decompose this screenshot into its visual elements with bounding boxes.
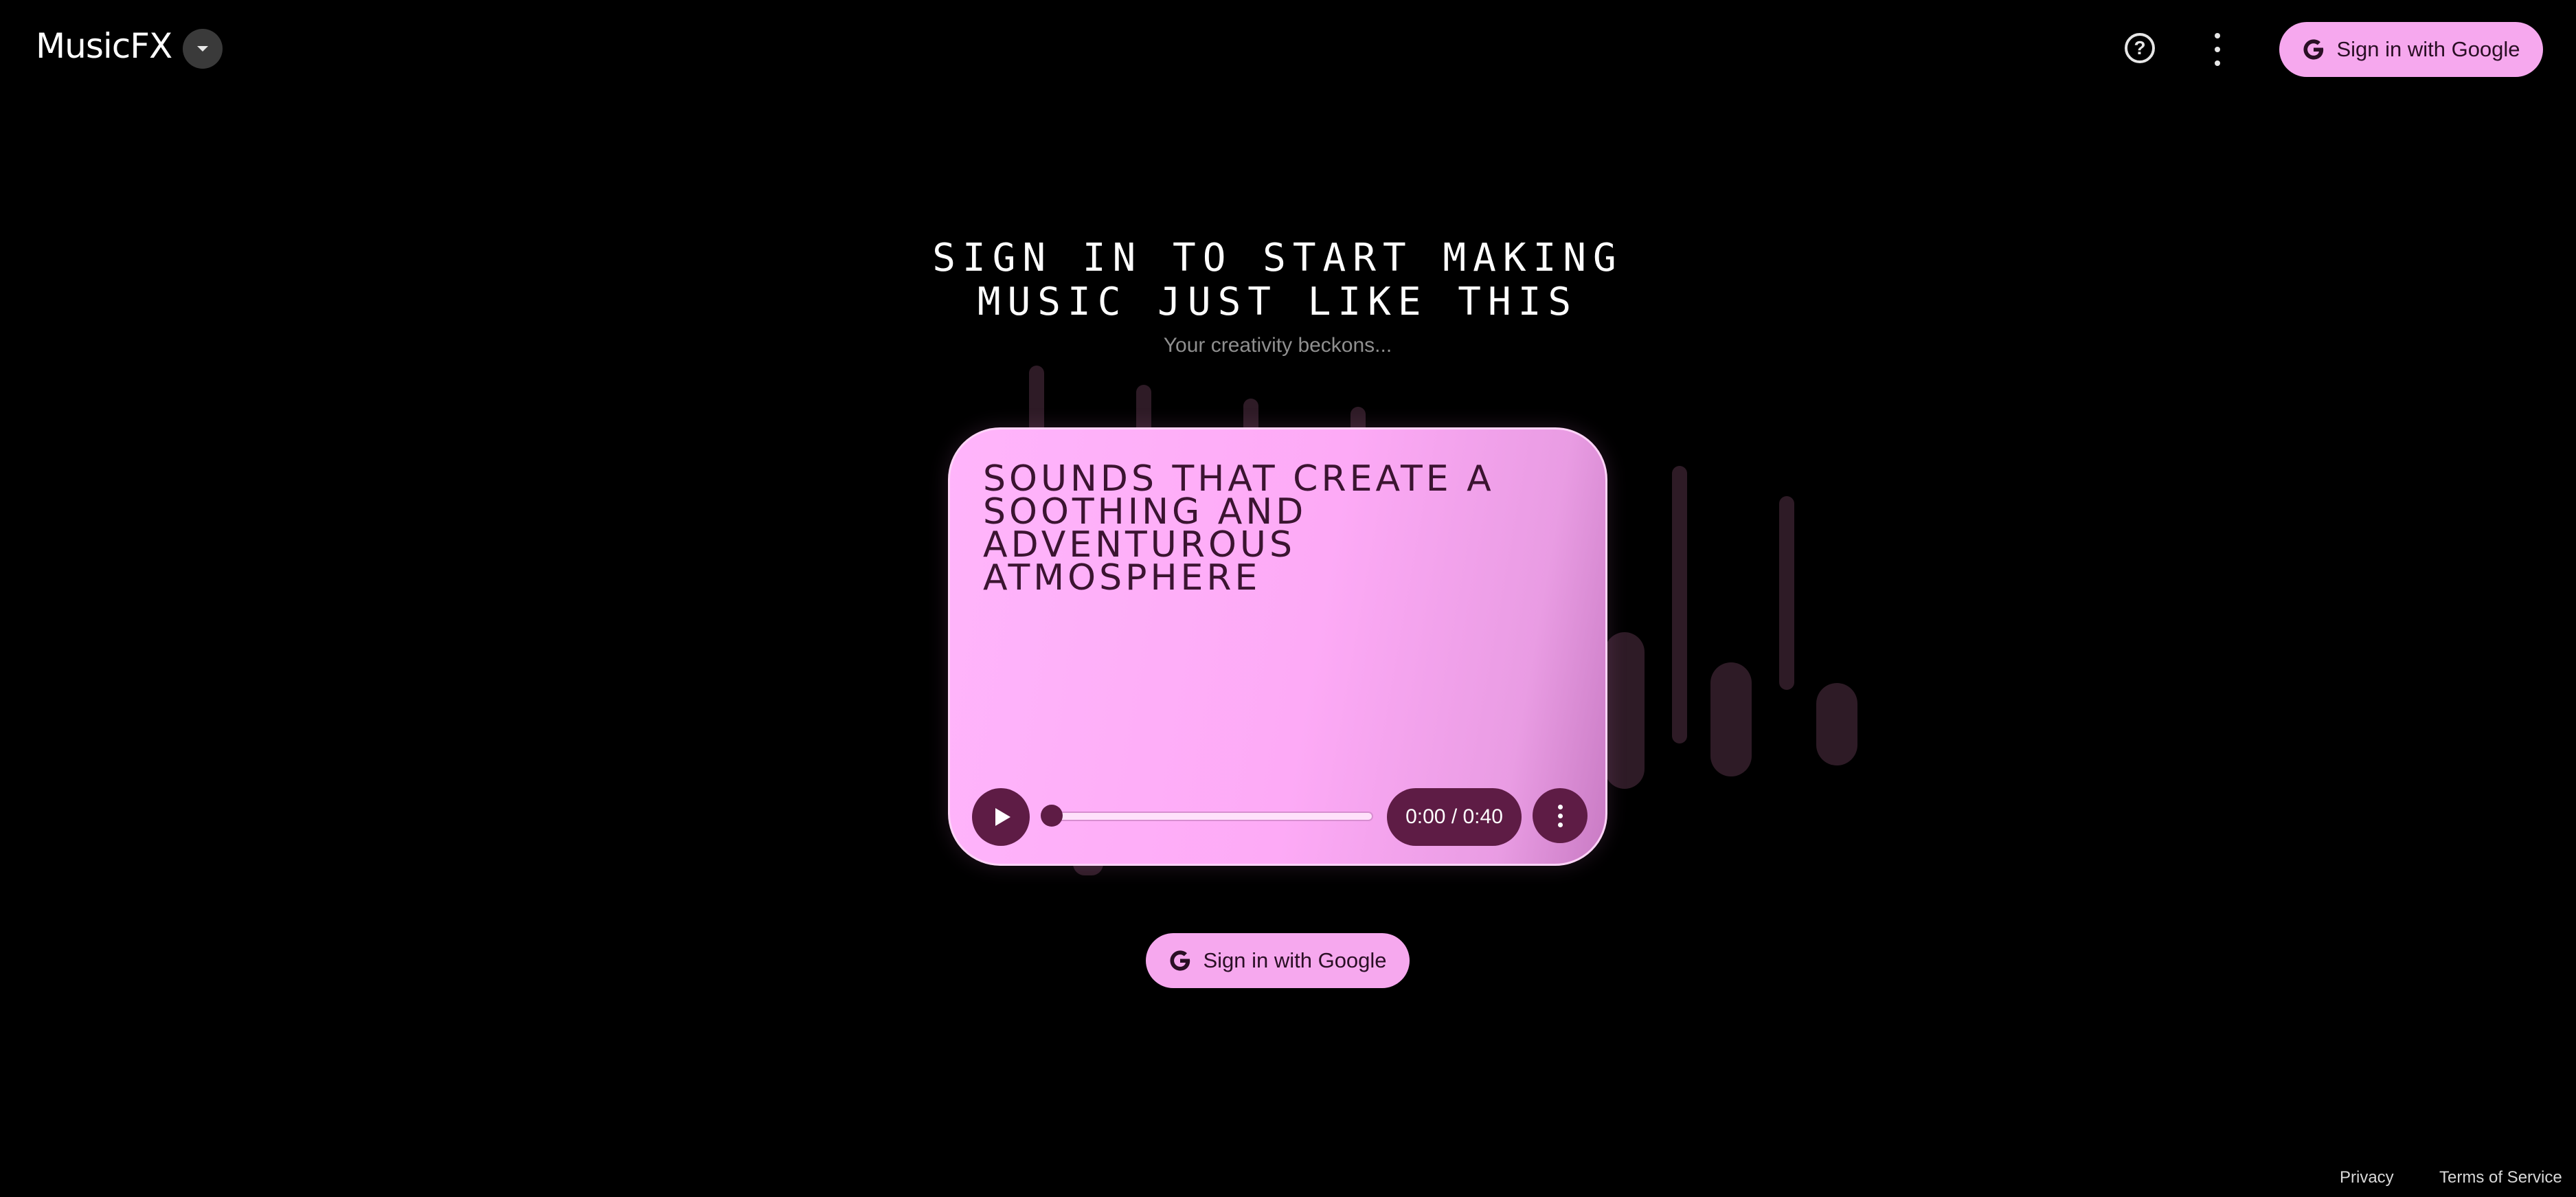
top-bar: MusicFX ? Sign in with Google bbox=[0, 0, 2576, 98]
sign-in-button-header[interactable]: Sign in with Google bbox=[2279, 22, 2543, 77]
play-icon bbox=[995, 808, 1010, 826]
sign-in-button-main[interactable]: Sign in with Google bbox=[1146, 933, 1410, 988]
chevron-down-icon bbox=[197, 46, 208, 52]
seek-handle[interactable] bbox=[1041, 805, 1063, 827]
track-more-options-button[interactable] bbox=[1533, 788, 1588, 843]
terms-link[interactable]: Terms of Service bbox=[2439, 1168, 2562, 1187]
headline-line: SIGN IN TO START MAKING bbox=[932, 236, 1623, 280]
page-headline: SIGN IN TO START MAKING MUSIC JUST LIKE … bbox=[893, 236, 1662, 324]
visualizer-bar bbox=[1605, 632, 1645, 789]
seek-bar[interactable] bbox=[1043, 812, 1373, 821]
visualizer-bar bbox=[1779, 496, 1794, 690]
headline-line: MUSIC JUST LIKE THIS bbox=[977, 280, 1579, 324]
page-subtitle: Your creativity beckons... bbox=[1163, 334, 1392, 357]
sign-in-label: Sign in with Google bbox=[2336, 37, 2520, 61]
time-display: 0:00 / 0:40 bbox=[1387, 788, 1522, 846]
visualizer-bar bbox=[1672, 466, 1687, 743]
track-prompt-line: SOUNDS THAT CREATE A bbox=[983, 458, 1495, 500]
visualizer-bar bbox=[1710, 662, 1752, 776]
google-g-icon bbox=[1170, 950, 1190, 971]
privacy-link[interactable]: Privacy bbox=[2340, 1168, 2394, 1187]
app-logo: MusicFX bbox=[36, 26, 172, 66]
track-prompt: SOUNDS THAT CREATE A SOOTHING AND ADVENT… bbox=[983, 458, 1574, 598]
sign-in-label: Sign in with Google bbox=[1203, 948, 1387, 972]
track-prompt-line: ATMOSPHERE bbox=[983, 557, 1261, 598]
more-vert-icon bbox=[1557, 804, 1563, 809]
more-vert-icon bbox=[2215, 33, 2220, 38]
track-prompt-line: SOOTHING AND ADVENTUROUS bbox=[983, 491, 1307, 566]
help-button[interactable]: ? bbox=[2125, 33, 2155, 63]
more-options-button[interactable] bbox=[2204, 33, 2231, 66]
product-menu-button[interactable] bbox=[183, 29, 223, 69]
play-button[interactable] bbox=[972, 788, 1030, 846]
visualizer-bar bbox=[1816, 683, 1857, 765]
google-g-icon bbox=[2303, 39, 2324, 60]
help-icon: ? bbox=[2134, 37, 2146, 58]
sample-track-card: SOUNDS THAT CREATE A SOOTHING AND ADVENT… bbox=[948, 427, 1607, 866]
